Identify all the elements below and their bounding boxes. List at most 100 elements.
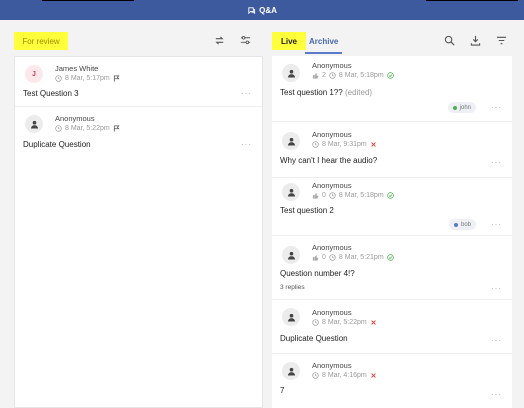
timestamp: 8 Mar, 5:17pm [65,75,110,82]
author-name: Anonymous [312,243,352,252]
question-text: Duplicate Question [23,140,91,149]
clock-icon [312,141,319,148]
swap-icon[interactable] [212,33,226,47]
download-icon[interactable] [468,33,482,47]
question-text: 7 [280,386,285,395]
author-name: Anonymous [312,361,352,370]
edited-label: (edited) [344,88,373,97]
avatar [282,183,300,201]
avatar [282,246,300,264]
clock-icon [329,192,336,199]
tag-label: bob [460,221,471,228]
item-meta: 0 8 Mar, 5:21pm [312,254,394,261]
avatar [282,132,300,150]
more-options-button[interactable]: ··· [491,336,502,345]
timestamp: 8 Mar, 4:16pm [322,372,367,379]
avatar [25,115,43,133]
more-options-button[interactable]: ··· [491,284,502,293]
replies-link[interactable]: 3 replies [280,284,305,291]
like-count: 2 [322,72,326,79]
author-name: Anonymous [312,130,352,139]
check-circle-icon [386,254,394,261]
question-text: Duplicate Question [280,334,348,343]
thumbs-up-icon [312,255,319,261]
question-text: Test question 2 [280,206,334,215]
filter-sliders-icon[interactable] [238,33,252,47]
qa-icon [248,6,256,14]
list-item[interactable]: J James White 8 Mar, 5:17pm Test Questio… [15,57,262,107]
timestamp: 8 Mar, 5:18pm [338,72,384,79]
more-options-button[interactable]: ··· [241,89,252,98]
more-options-button[interactable]: ··· [491,390,502,399]
author-name: Anonymous [312,308,352,317]
list-item[interactable]: Anonymous 8 Mar, 5:22pm Duplicate Questi… [15,107,262,157]
question-text: Question number 4!? [280,269,355,278]
user-icon [287,188,295,197]
author-name: Anonymous [55,114,95,123]
item-meta: 8 Mar, 5:22pm [55,125,120,132]
tab-for-review-label: For review [22,36,60,46]
assignee-tag[interactable]: john [447,102,476,113]
live-panel: Anonymous 2 8 Mar, 5:18pm Test question … [272,56,512,408]
user-icon [287,251,295,260]
avatar-initial: J [32,70,36,78]
avatar [282,64,300,82]
user-icon [287,69,295,78]
flag-icon[interactable] [113,125,120,132]
like-count: 0 [322,254,326,261]
close-icon [370,320,376,325]
thumbs-up-icon [312,193,319,199]
filter-icon[interactable] [494,33,508,47]
clock-icon [312,319,319,326]
list-item[interactable]: Anonymous 0 8 Mar, 5:21pm Question numbe… [272,236,512,300]
question-text: Test question 1?? (edited) [280,88,372,97]
tab-underline [305,52,342,54]
avatar [282,362,300,380]
question-text: Test Question 3 [23,89,79,98]
like-count: 0 [322,192,326,199]
more-options-button[interactable]: ··· [491,158,502,167]
timestamp: 8 Mar, 5:18pm [338,192,384,199]
list-item[interactable]: Anonymous 8 Mar, 4:16pm 7 ··· [272,354,512,408]
list-item[interactable]: Anonymous 0 8 Mar, 5:18pm Test question … [272,178,512,236]
clock-icon [55,75,62,82]
more-options-button[interactable]: ··· [491,103,502,112]
tag-dot [452,105,457,110]
flag-icon[interactable] [113,75,120,82]
tab-archive-label: Archive [309,36,339,46]
item-meta: 0 8 Mar, 5:18pm [312,192,394,199]
list-item[interactable]: Anonymous 8 Mar, 9:31pm Why can't I hear… [272,122,512,178]
timestamp: 8 Mar, 5:22pm [322,319,367,326]
check-circle-icon [386,72,394,79]
item-meta: 8 Mar, 5:22pm [312,319,377,326]
tag-dot [453,222,458,227]
tab-for-review[interactable]: For review [14,32,68,50]
item-meta: 8 Mar, 5:17pm [55,75,120,82]
list-item[interactable]: Anonymous 2 8 Mar, 5:18pm Test question … [272,56,512,122]
author-name: Anonymous [312,61,352,70]
thumbs-up-icon [312,73,319,79]
user-icon [287,137,295,146]
user-icon [287,313,295,322]
more-options-button[interactable]: ··· [491,220,502,229]
timestamp: 8 Mar, 5:21pm [338,254,384,261]
search-icon[interactable] [442,33,456,47]
tab-archive[interactable]: Archive [309,32,338,50]
tab-live[interactable]: Live [272,32,306,50]
list-item[interactable]: Anonymous 8 Mar, 5:22pm Duplicate Questi… [272,300,512,354]
clock-icon [312,372,319,379]
timestamp: 8 Mar, 9:31pm [322,141,367,148]
assignee-tag[interactable]: bob [448,219,476,230]
check-circle-icon [386,192,394,199]
tag-label: john [459,104,471,111]
close-icon [370,142,376,147]
tab-live-label: Live [280,36,297,46]
item-meta: 2 8 Mar, 5:18pm [312,72,394,79]
author-name: Anonymous [312,181,352,190]
question-text-main: Test question 1?? [280,88,343,97]
close-icon [370,373,376,378]
more-options-button[interactable]: ··· [241,140,252,149]
timestamp: 8 Mar, 5:22pm [65,125,110,132]
app-title: Q&A [0,0,524,20]
clock-icon [329,72,336,79]
